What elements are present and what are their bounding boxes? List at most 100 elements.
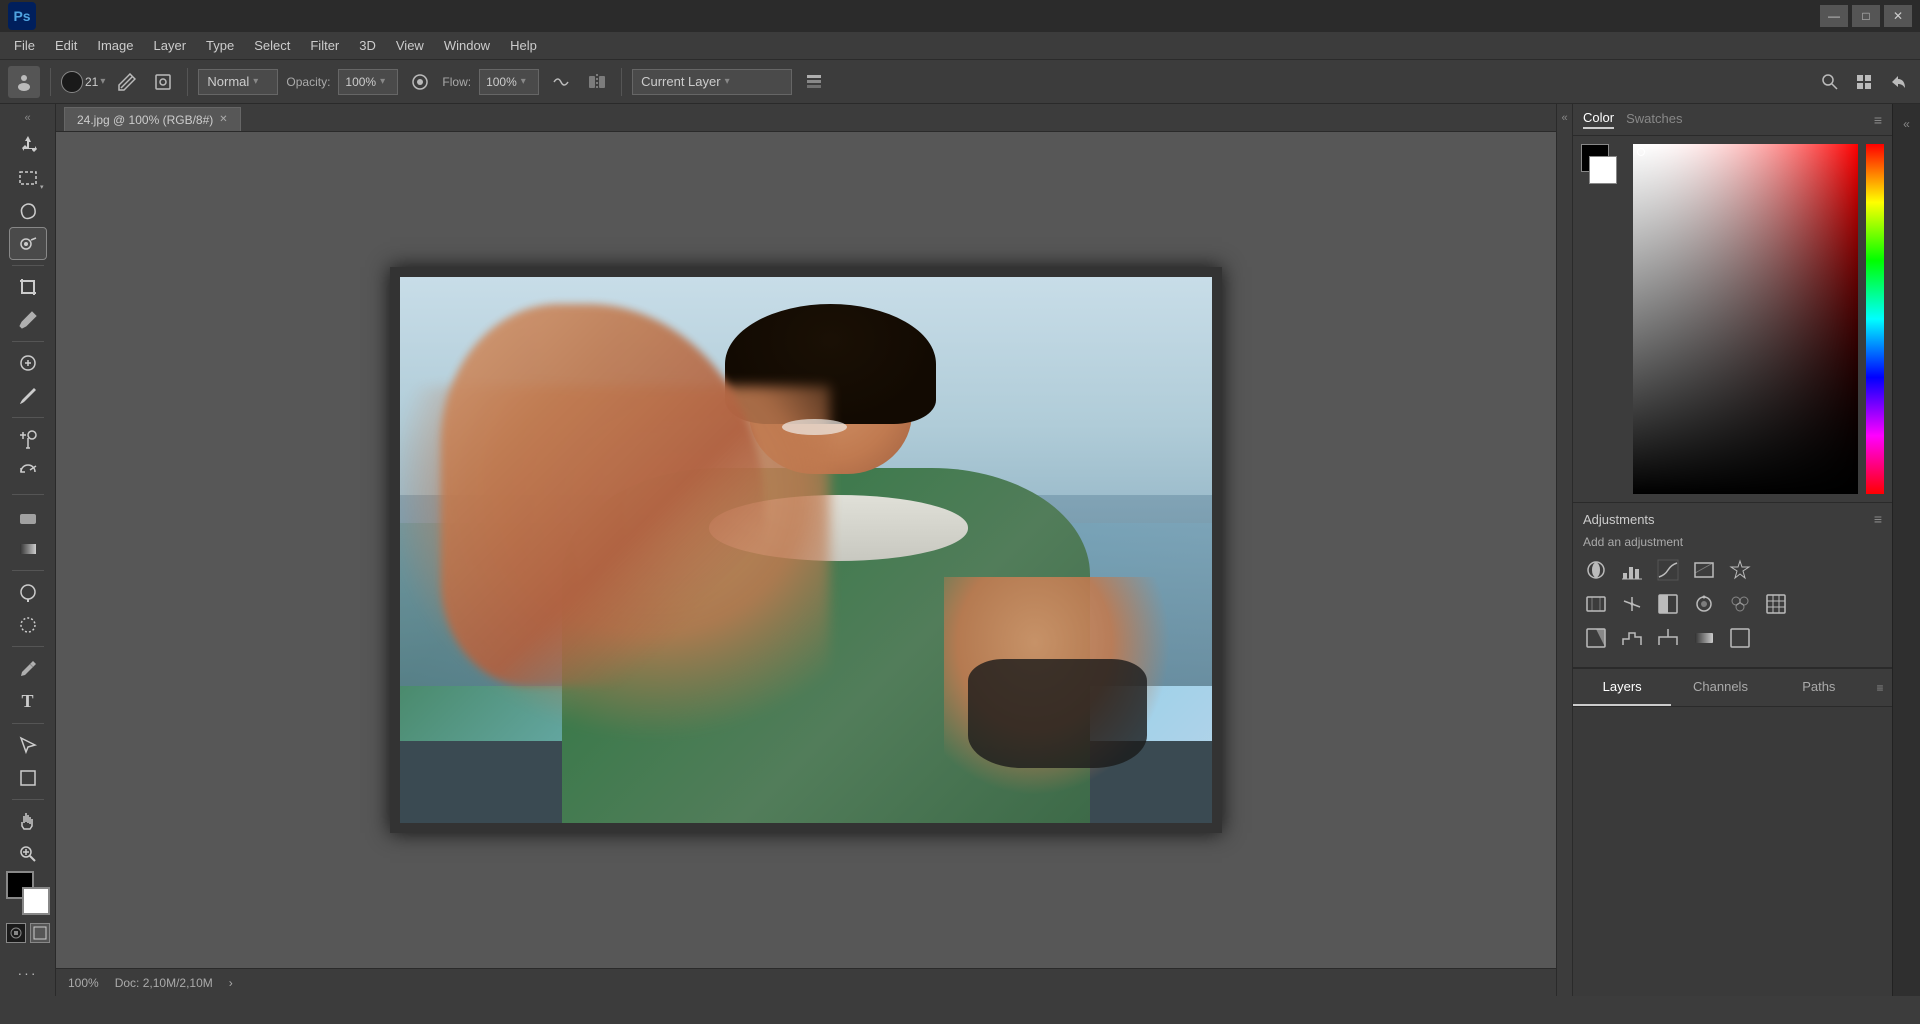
menu-type[interactable]: Type: [196, 34, 244, 57]
gradient-tool-btn[interactable]: [10, 533, 46, 564]
swatch-container: [6, 871, 50, 915]
vibrance-icon[interactable]: [1727, 557, 1753, 583]
move-tool-btn[interactable]: [10, 130, 46, 161]
add-adjustment-label: Add an adjustment: [1583, 535, 1882, 549]
smoothing-icon[interactable]: [547, 68, 575, 96]
more-tools-btn[interactable]: ···: [10, 957, 46, 988]
quick-select-tool-btn[interactable]: [10, 228, 46, 259]
channels-tab[interactable]: Channels: [1671, 669, 1769, 706]
maximize-button[interactable]: □: [1852, 5, 1880, 27]
document-tab[interactable]: 24.jpg @ 100% (RGB/8#) ✕: [64, 107, 241, 131]
blur-tool-btn[interactable]: [10, 610, 46, 641]
color-lookup-icon[interactable]: [1763, 591, 1789, 617]
exposure-icon[interactable]: [1691, 557, 1717, 583]
clone-stamp-btn[interactable]: [10, 424, 46, 455]
gradient-map-icon[interactable]: [1691, 625, 1717, 651]
menu-file[interactable]: File: [4, 34, 45, 57]
hand-tool-btn[interactable]: [10, 806, 46, 837]
type-tool-btn[interactable]: T: [10, 686, 46, 717]
sample-arrow: ▾: [725, 76, 730, 87]
canvas-image[interactable]: [400, 277, 1212, 823]
canvas-frame: [390, 267, 1222, 833]
threshold-icon[interactable]: [1655, 625, 1681, 651]
dodge-tool-btn[interactable]: [10, 577, 46, 608]
curves-icon[interactable]: [1655, 557, 1681, 583]
healing-brush-btn[interactable]: [10, 348, 46, 379]
document-tab-close[interactable]: ✕: [219, 114, 227, 125]
right-collapse-btn[interactable]: «: [1561, 112, 1567, 124]
brightness-contrast-icon[interactable]: [1583, 557, 1609, 583]
menu-view[interactable]: View: [386, 34, 434, 57]
eraser-tool-btn[interactable]: [10, 501, 46, 532]
blend-mode-arrow: ▾: [253, 76, 258, 87]
symmetry-icon[interactable]: [583, 68, 611, 96]
marquee-tool-btn[interactable]: ▾: [10, 163, 46, 194]
status-arrow[interactable]: ›: [229, 976, 233, 990]
search-icon[interactable]: [1816, 68, 1844, 96]
photo-filter-icon[interactable]: [1691, 591, 1717, 617]
title-bar-left: Ps: [8, 2, 36, 30]
menu-image[interactable]: Image: [87, 34, 143, 57]
tool-options-icon[interactable]: [8, 66, 40, 98]
toolbar-expand[interactable]: «: [24, 112, 30, 124]
airbrush-icon[interactable]: [406, 68, 434, 96]
menu-edit[interactable]: Edit: [45, 34, 87, 57]
hue-saturation-icon[interactable]: [1583, 591, 1609, 617]
menu-select[interactable]: Select: [244, 34, 300, 57]
adjustments-menu[interactable]: ≡: [1874, 511, 1882, 527]
color-balance-icon[interactable]: [1619, 591, 1645, 617]
swatches-tab[interactable]: Swatches: [1626, 111, 1682, 128]
color-panel-menu[interactable]: ≡: [1874, 112, 1882, 128]
brush-mode-icon[interactable]: [113, 68, 141, 96]
canvas-viewport[interactable]: [56, 132, 1556, 968]
brush-size-control[interactable]: 21 ▾: [61, 71, 105, 93]
menu-filter[interactable]: Filter: [300, 34, 349, 57]
screen-mode-btn[interactable]: [30, 923, 50, 943]
mini-bg-swatch[interactable]: [1589, 156, 1617, 184]
workspace-icon[interactable]: [1850, 68, 1878, 96]
posterize-icon[interactable]: [1619, 625, 1645, 651]
right-panel-collapse-area: «: [1556, 104, 1572, 996]
layers-tab[interactable]: Layers: [1573, 669, 1671, 706]
tool-sep-2: [12, 341, 44, 342]
background-swatch[interactable]: [22, 887, 50, 915]
document-tab-title: 24.jpg @ 100% (RGB/8#): [77, 113, 213, 127]
selective-color-icon[interactable]: [1727, 625, 1753, 651]
shape-tool-btn[interactable]: [10, 762, 46, 793]
sample-dropdown[interactable]: Current Layer ▾: [632, 69, 792, 95]
quick-mask-btn[interactable]: [6, 923, 26, 943]
zoom-tool-btn[interactable]: [10, 839, 46, 870]
flow-value[interactable]: 100% ▾: [479, 69, 539, 95]
sample-all-layers-icon[interactable]: [800, 68, 828, 96]
path-select-btn[interactable]: [10, 730, 46, 761]
menu-layer[interactable]: Layer: [144, 34, 197, 57]
minimize-button[interactable]: —: [1820, 5, 1848, 27]
menu-help[interactable]: Help: [500, 34, 547, 57]
layers-panel-menu[interactable]: ≡: [1868, 669, 1892, 706]
black-white-icon[interactable]: [1655, 591, 1681, 617]
far-right-expand[interactable]: «: [1895, 112, 1919, 136]
tool-sep-8: [12, 799, 44, 800]
crop-tool-btn[interactable]: [10, 272, 46, 303]
close-button[interactable]: ✕: [1884, 5, 1912, 27]
pen-tool-btn[interactable]: [10, 653, 46, 684]
tab-bar: 24.jpg @ 100% (RGB/8#) ✕: [56, 104, 1556, 132]
clone-source-icon[interactable]: [149, 68, 177, 96]
share-icon[interactable]: [1884, 68, 1912, 96]
menu-window[interactable]: Window: [434, 34, 500, 57]
brush-tool-btn[interactable]: [10, 381, 46, 412]
channel-mixer-icon[interactable]: [1727, 591, 1753, 617]
levels-icon[interactable]: [1619, 557, 1645, 583]
color-gradient-picker[interactable]: [1633, 144, 1858, 494]
opacity-value[interactable]: 100% ▾: [338, 69, 398, 95]
paths-tab[interactable]: Paths: [1770, 669, 1868, 706]
eyedropper-tool-btn[interactable]: [10, 304, 46, 335]
blend-mode-dropdown[interactable]: Normal ▾: [198, 69, 278, 95]
color-tab[interactable]: Color: [1583, 110, 1614, 129]
history-brush-btn[interactable]: [10, 457, 46, 488]
title-bar: Ps — □ ✕: [0, 0, 1920, 32]
invert-icon[interactable]: [1583, 625, 1609, 651]
hue-strip[interactable]: [1866, 144, 1884, 494]
lasso-tool-btn[interactable]: [10, 195, 46, 226]
menu-3d[interactable]: 3D: [349, 34, 386, 57]
